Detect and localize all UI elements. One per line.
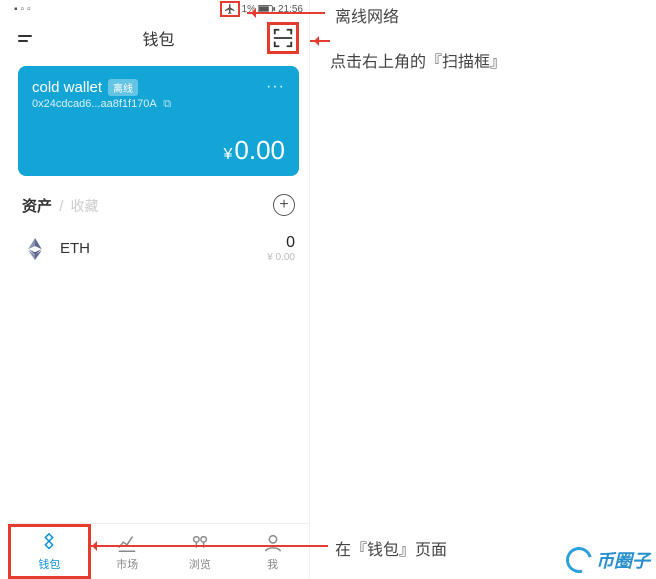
add-asset-button[interactable]: + — [273, 194, 295, 216]
wallet-address: 0x24cdcad6...aa8f1f170A — [32, 98, 156, 110]
menu-icon[interactable] — [18, 28, 38, 48]
tab-market[interactable]: 市场 — [91, 524, 164, 579]
asset-fiat: ¥ 0.00 — [267, 252, 295, 263]
wallet-name: cold wallet — [32, 79, 102, 96]
watermark: 币圈子 — [566, 547, 650, 573]
annotation-wallet-page: 在『钱包』页面 — [335, 536, 447, 560]
annotation-offline: 离线网络 — [335, 3, 399, 27]
scan-button[interactable] — [267, 22, 299, 54]
bottom-tabbar: 钱包 市场 浏览 我 — [8, 523, 309, 579]
annotation-scan: 点击右上角的『扫描框』 — [330, 48, 506, 72]
tab-assets[interactable]: 资产 — [22, 198, 52, 215]
airplane-mode-icon — [220, 1, 240, 17]
status-bar: ▪▫▫ 1% 21:56 — [8, 0, 309, 18]
copy-icon[interactable]: ⧉ — [163, 98, 171, 110]
wallet-balance: ¥0.00 — [32, 135, 285, 166]
phone-frame: ▪▫▫ 1% 21:56 钱包 cold wallet 离线 ··· — [8, 0, 310, 579]
wallet-card[interactable]: cold wallet 离线 ··· 0x24cdcad6...aa8f1f17… — [18, 66, 299, 176]
watermark-logo-icon — [561, 542, 597, 578]
tab-wallet[interactable]: 钱包 — [8, 524, 91, 579]
asset-amount: 0 — [267, 234, 295, 252]
arrow-to-wallet-tab — [88, 545, 328, 547]
browse-icon — [189, 532, 211, 554]
page-title: 钱包 — [142, 26, 174, 50]
wallet-offline-badge: 离线 — [108, 79, 138, 96]
scan-icon — [272, 27, 294, 49]
person-icon — [262, 532, 284, 554]
assets-header: 资产 / 收藏 + — [8, 186, 309, 222]
arrow-to-scan — [310, 40, 330, 42]
tab-me[interactable]: 我 — [236, 524, 309, 579]
wallet-more-icon[interactable]: ··· — [266, 78, 285, 96]
app-header: 钱包 — [8, 18, 309, 58]
wallet-icon — [38, 532, 60, 554]
eth-icon — [22, 236, 48, 262]
market-icon — [116, 532, 138, 554]
asset-row[interactable]: ETH 0 ¥ 0.00 — [8, 222, 309, 275]
arrow-to-airplane — [247, 12, 325, 14]
tab-browse[interactable]: 浏览 — [164, 524, 237, 579]
tab-favorites[interactable]: 收藏 — [71, 198, 99, 214]
asset-symbol: ETH — [60, 240, 90, 257]
